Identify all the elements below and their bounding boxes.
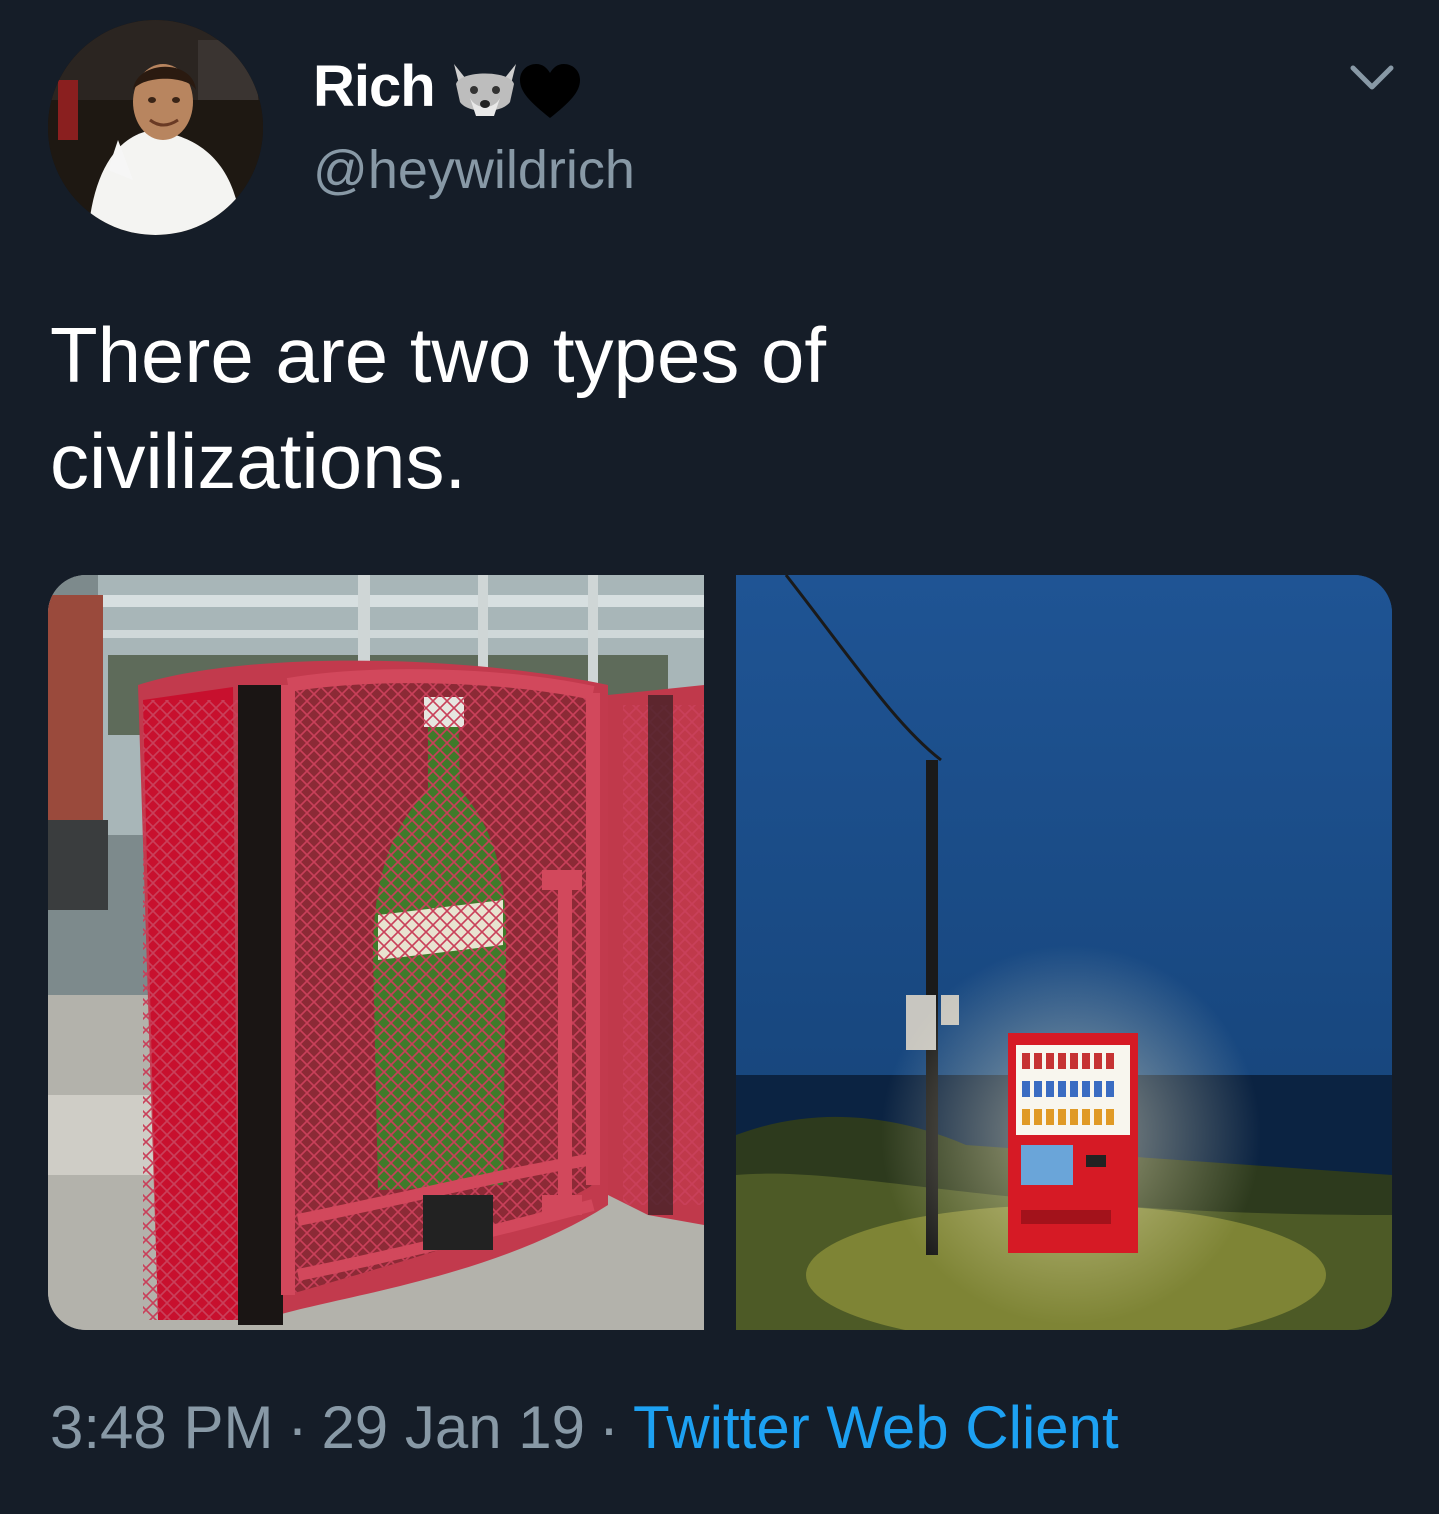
- black-heart-icon: [520, 64, 580, 118]
- tweet-meta: 3:48 PM · 29 Jan 19 · Twitter Web Client: [50, 1398, 1119, 1458]
- tweet-time[interactable]: 3:48 PM: [50, 1394, 273, 1461]
- meta-separator: ·: [599, 1394, 619, 1461]
- tweet-text-line: There are two types of: [50, 311, 827, 399]
- tweet-text-line: civilizations.: [50, 417, 467, 505]
- seaside-vending-machine-photo: [736, 575, 1392, 1330]
- display-name[interactable]: Rich: [313, 58, 436, 116]
- meta-separator: ·: [287, 1394, 308, 1461]
- chevron-down-icon[interactable]: [1349, 60, 1395, 96]
- tweet-date[interactable]: 29 Jan 19: [321, 1394, 585, 1461]
- tweet-text: There are two types of civilizations.: [50, 302, 1050, 514]
- author-handle[interactable]: @heywildrich: [313, 143, 635, 197]
- caged-vending-machine-photo: [48, 575, 704, 1330]
- name-emoji-group: [450, 58, 585, 122]
- avatar[interactable]: [48, 20, 263, 235]
- wolf-face-icon: [454, 64, 580, 118]
- tweet-media-left[interactable]: [48, 575, 704, 1330]
- tweet-media-right[interactable]: [736, 575, 1392, 1330]
- avatar-photo: [48, 20, 263, 235]
- tweet-source-link[interactable]: Twitter Web Client: [633, 1394, 1119, 1461]
